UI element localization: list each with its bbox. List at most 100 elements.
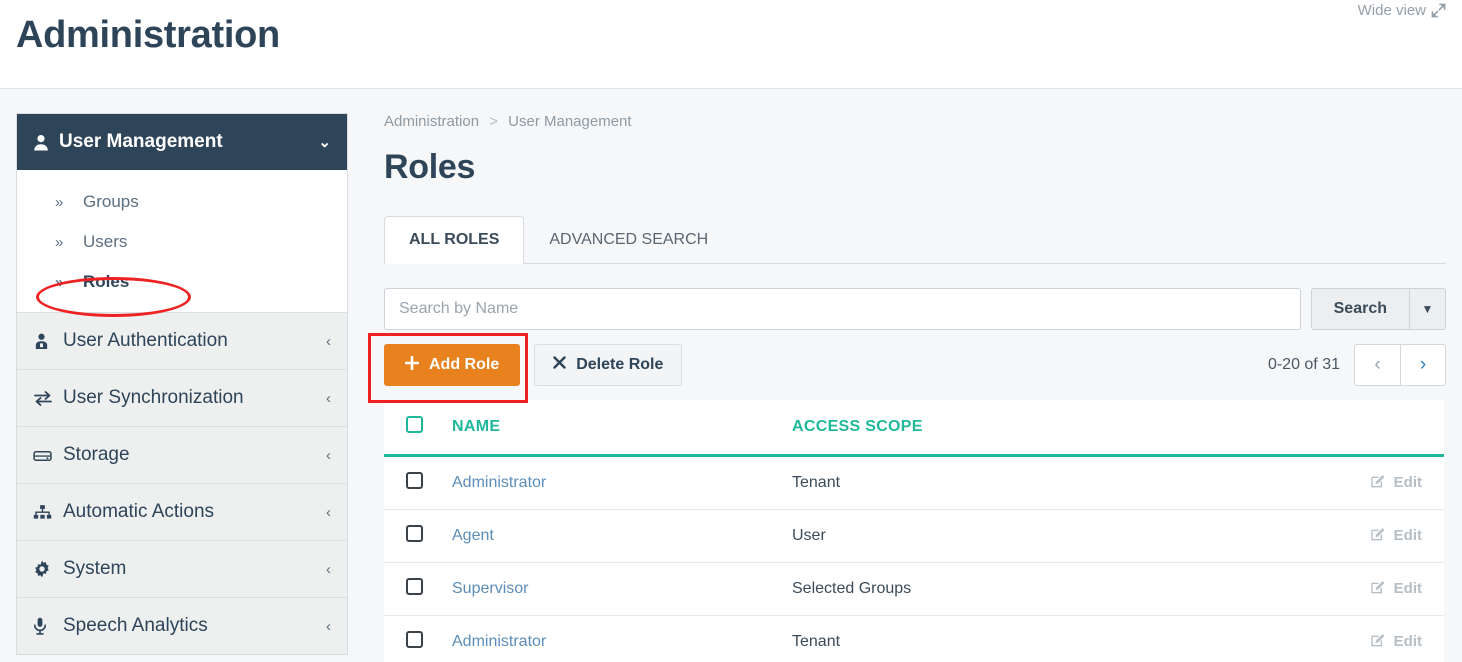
sidebar-item-system[interactable]: System ‹ xyxy=(17,540,347,597)
search-options-caret-icon[interactable]: ▼ xyxy=(1410,288,1446,330)
chevron-left-icon[interactable]: ‹ xyxy=(326,447,331,464)
tab-all-roles[interactable]: ALL ROLES xyxy=(384,216,525,264)
table-header: NAME ACCESS SCOPE xyxy=(384,400,1444,457)
breadcrumb-separator: > xyxy=(489,113,498,130)
angle-double-right-icon: » xyxy=(55,233,64,251)
breadcrumb-root[interactable]: Administration xyxy=(384,113,479,130)
sidebar-item-label: Users xyxy=(83,232,128,251)
edit-label: Edit xyxy=(1393,474,1422,491)
row-name-cell: Administrator xyxy=(452,455,792,510)
row-name-cell: Administrator xyxy=(452,615,792,662)
role-name-link[interactable]: Agent xyxy=(452,527,494,544)
sidebar-group-label: Speech Analytics xyxy=(63,615,208,636)
row-actions-cell: Edit xyxy=(1332,562,1444,616)
chevron-left-icon[interactable]: ‹ xyxy=(326,390,331,407)
add-role-button[interactable]: Add Role xyxy=(384,344,521,386)
angle-double-right-icon: » xyxy=(55,193,64,211)
row-checkbox-cell xyxy=(384,455,452,510)
table-row[interactable]: Administrator Tenant Edit xyxy=(384,455,1444,510)
row-checkbox-cell xyxy=(384,615,452,662)
plus-icon xyxy=(404,355,420,375)
previous-page-button[interactable]: ‹ xyxy=(1354,344,1400,386)
chevron-left-icon[interactable]: ‹ xyxy=(326,561,331,578)
breadcrumb: Administration > User Management xyxy=(384,113,1446,130)
chevron-right-icon: › xyxy=(1419,354,1427,375)
delete-role-button[interactable]: Delete Role xyxy=(534,344,683,386)
edit-role-button[interactable]: Edit xyxy=(1370,473,1422,492)
sidebar-item-users[interactable]: » Users xyxy=(17,222,347,262)
expand-arrows-icon xyxy=(1431,3,1446,18)
pencil-square-icon xyxy=(1370,632,1386,651)
select-all-checkbox[interactable] xyxy=(406,416,423,433)
row-access-scope: Tenant xyxy=(792,615,1332,662)
sidebar-group-label: System xyxy=(63,558,127,579)
row-checkbox[interactable] xyxy=(406,472,423,489)
pencil-square-icon xyxy=(1370,579,1386,598)
sidebar-item-groups[interactable]: » Groups xyxy=(17,182,347,222)
sidebar-item-user-management[interactable]: User Management ⌄ xyxy=(17,114,347,170)
role-name-link[interactable]: Administrator xyxy=(452,633,546,650)
user-icon xyxy=(33,134,59,151)
table-body: Administrator Tenant Edit Agent User Edi… xyxy=(384,455,1444,662)
edit-role-button[interactable]: Edit xyxy=(1370,579,1422,598)
breadcrumb-current[interactable]: User Management xyxy=(508,113,631,130)
sidebar: User Management ⌄ » Groups » Users » Rol… xyxy=(16,113,348,655)
times-icon xyxy=(553,356,566,374)
sidebar-item-roles[interactable]: » Roles xyxy=(17,262,347,302)
pagination-buttons: ‹ › xyxy=(1354,344,1446,386)
section-title: Roles xyxy=(384,148,476,186)
table-row[interactable]: Agent User Edit xyxy=(384,509,1444,563)
row-checkbox[interactable] xyxy=(406,525,423,542)
chevron-down-icon[interactable]: ⌄ xyxy=(318,133,331,151)
edit-label: Edit xyxy=(1393,580,1422,597)
pencil-square-icon xyxy=(1370,473,1386,492)
column-header-access-scope[interactable]: ACCESS SCOPE xyxy=(792,400,1332,457)
pagination: 0-20 of 31 ‹ › xyxy=(1268,344,1446,386)
edit-role-button[interactable]: Edit xyxy=(1370,632,1422,651)
search-row: Search ▼ xyxy=(384,288,1446,330)
row-checkbox-cell xyxy=(384,509,452,563)
row-checkbox[interactable] xyxy=(406,578,423,595)
roles-table: NAME ACCESS SCOPE Administrator Tenant E… xyxy=(384,400,1444,662)
add-role-label: Add Role xyxy=(429,356,500,373)
gear-icon xyxy=(33,560,63,578)
sidebar-item-user-authentication[interactable]: User Authentication ‹ xyxy=(17,312,347,369)
row-checkbox[interactable] xyxy=(406,631,423,648)
sidebar-item-speech-analytics[interactable]: Speech Analytics ‹ xyxy=(17,597,347,654)
search-input[interactable] xyxy=(384,288,1301,330)
search-button[interactable]: Search xyxy=(1310,288,1410,330)
next-page-button[interactable]: › xyxy=(1400,344,1446,386)
tab-bar: ALL ROLES ADVANCED SEARCH xyxy=(384,215,1446,264)
sidebar-item-storage[interactable]: Storage ‹ xyxy=(17,426,347,483)
tab-advanced-search[interactable]: ADVANCED SEARCH xyxy=(524,216,733,264)
administration-page: Administration Wide view User Management… xyxy=(0,0,1462,662)
sidebar-header-label: User Management xyxy=(59,131,223,152)
table-row[interactable]: Supervisor Selected Groups Edit xyxy=(384,562,1444,616)
sidebar-item-user-synchronization[interactable]: User Synchronization ‹ xyxy=(17,369,347,426)
table-header-row: NAME ACCESS SCOPE xyxy=(384,400,1444,457)
sidebar-group-label: User Synchronization xyxy=(63,387,244,408)
sidebar-item-automatic-actions[interactable]: Automatic Actions ‹ xyxy=(17,483,347,540)
role-name-link[interactable]: Administrator xyxy=(452,474,546,491)
column-header-name[interactable]: NAME xyxy=(452,400,792,457)
exchange-arrows-icon xyxy=(33,390,63,406)
row-access-scope: User xyxy=(792,509,1332,563)
chevron-left-icon[interactable]: ‹ xyxy=(326,618,331,635)
pagination-count: 0-20 of 31 xyxy=(1267,356,1340,373)
sidebar-group-label: Automatic Actions xyxy=(63,501,215,522)
table-row[interactable]: Administrator Tenant Edit xyxy=(384,615,1444,662)
edit-role-button[interactable]: Edit xyxy=(1370,526,1422,545)
wide-view-toggle[interactable]: Wide view xyxy=(1358,2,1446,19)
tab-label: ADVANCED SEARCH xyxy=(549,231,709,248)
edit-label: Edit xyxy=(1393,633,1422,650)
wide-view-label: Wide view xyxy=(1357,2,1426,19)
role-name-link[interactable]: Supervisor xyxy=(452,580,528,597)
sidebar-item-label: Groups xyxy=(83,192,139,211)
chevron-left-icon[interactable]: ‹ xyxy=(326,504,331,521)
page-title: Administration xyxy=(16,14,280,56)
sidebar-submenu: » Groups » Users » Roles xyxy=(17,170,347,312)
main-content: Administration > User Management Roles A… xyxy=(384,113,1446,662)
chevron-left-icon[interactable]: ‹ xyxy=(326,333,331,350)
pencil-square-icon xyxy=(1370,526,1386,545)
sidebar-group-label: User Authentication xyxy=(63,330,228,351)
